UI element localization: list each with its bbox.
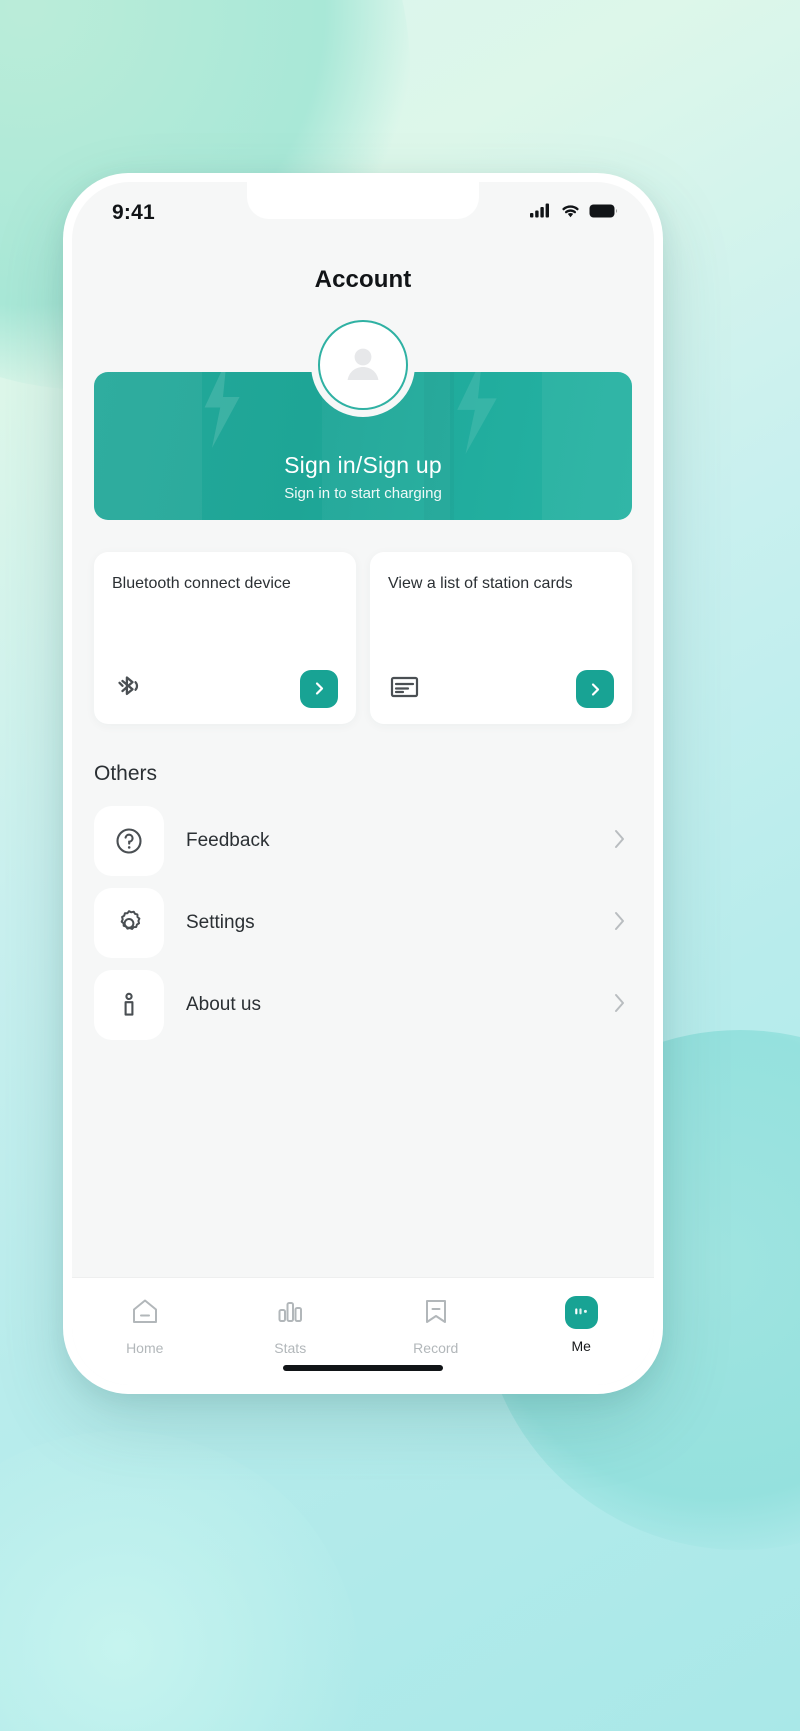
background-blob-bottom-left [0, 1431, 360, 1731]
tab-record[interactable]: Record [363, 1296, 509, 1356]
menu-item-settings[interactable]: Settings [94, 882, 632, 964]
chevron-right-icon [315, 682, 323, 695]
lightning-bolt-icon [204, 372, 240, 448]
station-card-icon [388, 672, 422, 707]
hero-text: Sign in/Sign up Sign in to start chargin… [94, 452, 632, 502]
menu-item-label: Settings [186, 912, 255, 933]
page-title: Account [314, 266, 412, 293]
phone-screen: 9:41 Account Sign in/Sign up Sign in to … [72, 182, 654, 1385]
status-bar: 9:41 [72, 182, 654, 244]
signin-hero[interactable]: Sign in/Sign up Sign in to start chargin… [94, 320, 632, 520]
phone-frame: 9:41 Account Sign in/Sign up Sign in to … [63, 173, 663, 1394]
signin-title: Sign in/Sign up [284, 452, 442, 478]
tab-label: Record [413, 1340, 459, 1356]
others-section-title: Others [94, 762, 158, 785]
battery-icon [589, 204, 618, 223]
tab-me[interactable]: Me [509, 1296, 655, 1354]
feature-card-footer [388, 670, 614, 708]
signin-subtitle: Sign in to start charging [284, 485, 442, 502]
gear-icon [94, 888, 164, 958]
avatar[interactable] [318, 320, 408, 410]
question-circle-icon [94, 806, 164, 876]
info-icon [94, 970, 164, 1040]
menu-item-label: About us [186, 994, 261, 1015]
lightning-bolt-icon [457, 372, 497, 454]
notch [247, 182, 479, 219]
status-bar-icons [530, 203, 618, 223]
feature-card-title: Bluetooth connect device [112, 575, 291, 592]
bar-chart-icon [274, 1296, 306, 1331]
bookmark-icon [420, 1296, 452, 1331]
tab-label: Me [571, 1338, 591, 1354]
chevron-right-icon [591, 682, 599, 696]
menu-item-about-us[interactable]: About us [94, 964, 632, 1046]
tab-label: Home [126, 1340, 164, 1356]
tab-stats[interactable]: Stats [218, 1296, 364, 1356]
feature-cards: Bluetooth connect device View a list of … [94, 552, 632, 724]
station-card-arrow-button[interactable] [576, 670, 614, 708]
feature-card-footer [112, 669, 338, 708]
wifi-icon [560, 203, 581, 223]
status-bar-clock: 9:41 [112, 201, 155, 224]
home-indicator [283, 1365, 443, 1371]
cellular-signal-icon [530, 203, 552, 223]
me-badge-icon [564, 1296, 598, 1329]
chevron-right-icon [613, 910, 626, 937]
chevron-right-icon [613, 992, 626, 1019]
bluetooth-card-arrow-button[interactable] [300, 669, 338, 708]
home-icon [129, 1296, 161, 1331]
tab-home[interactable]: Home [72, 1296, 218, 1356]
wallpaper-background: 9:41 Account Sign in/Sign up Sign in to … [0, 0, 800, 1731]
station-cards-card[interactable]: View a list of station cards [370, 552, 632, 724]
chevron-right-icon [613, 828, 626, 855]
feature-card-title: View a list of station cards [388, 575, 573, 592]
bluetooth-connect-card[interactable]: Bluetooth connect device [94, 552, 356, 724]
bluetooth-icon [112, 669, 146, 708]
tab-label: Stats [274, 1340, 307, 1356]
menu-item-label: Feedback [186, 830, 270, 851]
others-menu: Feedback Settings About us [94, 800, 632, 1046]
user-avatar-icon [340, 340, 386, 391]
menu-item-feedback[interactable]: Feedback [94, 800, 632, 882]
